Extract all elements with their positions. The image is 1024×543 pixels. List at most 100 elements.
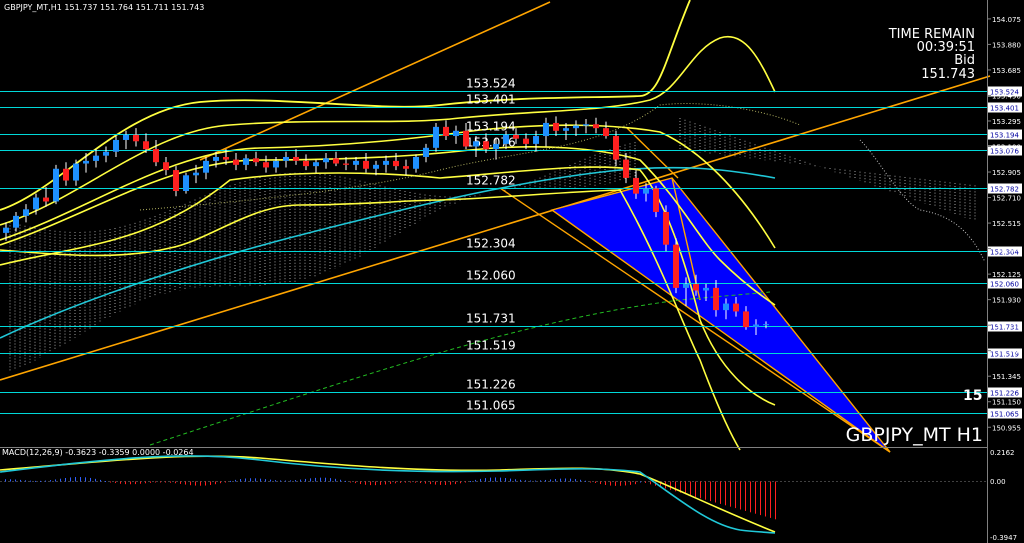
macd-bar (700, 481, 701, 499)
macd-bar (80, 477, 81, 482)
macd-bar (590, 481, 591, 483)
macd-bar (485, 478, 486, 482)
macd-bar (505, 478, 506, 482)
candle-bear (483, 141, 489, 150)
candle-bull (573, 125, 579, 129)
candle-bull (23, 209, 29, 216)
macd-bar (175, 481, 176, 484)
candle-bull (583, 124, 589, 126)
macd-bar (415, 481, 416, 483)
candle-bull (313, 162, 319, 167)
candle-bull (273, 160, 279, 168)
macd-bar (405, 481, 406, 483)
candle-bull (53, 168, 59, 202)
price-axis-tick: 152.515 (992, 220, 1021, 228)
macd-bar (305, 478, 306, 482)
macd-bar (460, 481, 461, 484)
macd-bar (250, 478, 251, 482)
candle-bear (253, 158, 259, 163)
level-axis-label: 153.194 (990, 132, 1019, 140)
macd-bar (290, 480, 291, 482)
level-label: 151.226 (466, 378, 516, 392)
symbol-header: GBPJPY_MT,H1 151.737 151.764 151.711 151… (4, 3, 204, 12)
macd-bar (85, 477, 86, 482)
candle-bull (753, 324, 759, 328)
macd-bar (560, 478, 561, 482)
macd-bar (580, 479, 581, 482)
macd-bar (75, 477, 76, 482)
macd-bar (15, 479, 16, 482)
macd-bar (465, 481, 466, 483)
candle-bull (33, 197, 39, 210)
macd-bar (35, 480, 36, 482)
partial-price-label: 15 (963, 388, 982, 404)
candle-bull (213, 156, 219, 161)
macd-bar (215, 481, 216, 485)
candle-bull (433, 126, 439, 148)
macd-bar (735, 481, 736, 509)
price-axis-tick: 151.150 (992, 399, 1021, 407)
macd-bar (510, 478, 511, 482)
macd-bar (355, 481, 356, 484)
price-axis-tick: 151.345 (992, 373, 1021, 381)
macd-bar (30, 480, 31, 482)
level-label: 152.060 (466, 269, 516, 283)
candle-bull (323, 158, 329, 163)
candle-bull (643, 188, 649, 194)
macd-bar (630, 481, 631, 485)
macd-bar (140, 481, 141, 484)
macd-bar (480, 478, 481, 482)
candle-bear (303, 160, 309, 167)
candle-bear (673, 244, 679, 288)
candle-bull (413, 156, 419, 169)
macd-bar (145, 481, 146, 484)
macd-bar (725, 481, 726, 506)
macd-bar (365, 481, 366, 485)
macd-bar (705, 481, 706, 500)
candle-bull (493, 143, 499, 150)
candle-bear (693, 283, 699, 291)
candle-bear (173, 170, 179, 192)
macd-bar (205, 481, 206, 486)
candle-bear (143, 141, 149, 150)
candle-bull (503, 134, 509, 144)
candle-bull (453, 130, 459, 137)
macd-bar (105, 481, 106, 483)
candle-bull (373, 164, 379, 169)
candle-bull (243, 158, 249, 165)
level-axis-label: 152.782 (990, 186, 1019, 194)
macd-bar (190, 481, 191, 486)
candle-bear (623, 159, 629, 178)
macd-bar (270, 479, 271, 482)
macd-bar (195, 481, 196, 486)
candle-bear (653, 188, 659, 212)
macd-bar (340, 479, 341, 482)
macd-bar (750, 481, 751, 513)
macd-bar (575, 479, 576, 482)
macd-bar (315, 477, 316, 482)
macd-bar (595, 481, 596, 484)
macd-bar (275, 480, 276, 482)
level-label: 152.304 (466, 237, 516, 251)
macd-bar (325, 477, 326, 482)
macd-bar (715, 481, 716, 503)
macd-bar (260, 478, 261, 482)
level-label: 151.065 (466, 399, 516, 413)
candle-bear (733, 303, 739, 312)
price-chart[interactable]: 153.524153.524153.401153.401153.194153.1… (0, 0, 1024, 543)
price-axis-tick: 152.320 (992, 246, 1021, 254)
candle-bull (533, 136, 539, 144)
macd-label: MACD(12,26,9) -0.3623 -0.3359 0.0000 -0.… (2, 448, 194, 457)
macd-bar (615, 481, 616, 486)
macd-bar (490, 477, 491, 482)
macd-bar (360, 481, 361, 485)
candle-bear (443, 126, 449, 137)
macd-bar (370, 481, 371, 486)
macd-bar (600, 481, 601, 485)
candle-bull (103, 151, 109, 156)
candle-bear (603, 128, 609, 137)
macd-bar (135, 481, 136, 485)
macd-bar (375, 481, 376, 486)
price-axis-tick: 153.490 (992, 92, 1021, 100)
macd-bar (395, 481, 396, 484)
